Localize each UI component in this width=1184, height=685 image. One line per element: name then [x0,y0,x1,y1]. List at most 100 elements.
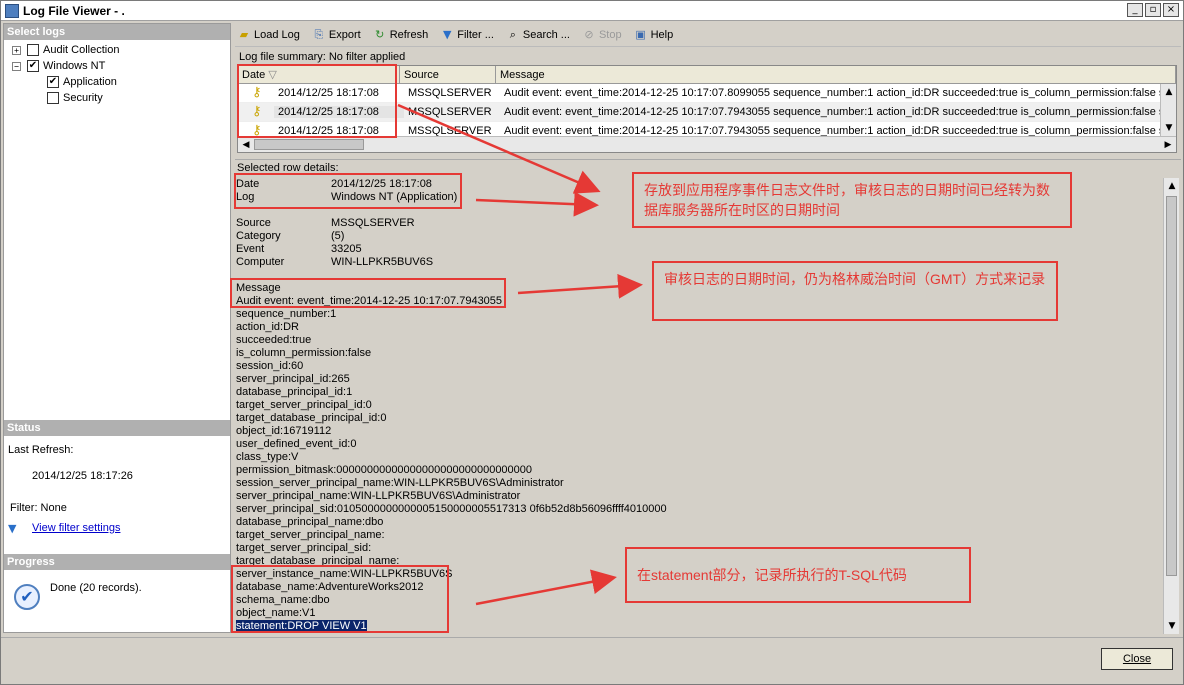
cell-date: 2014/12/25 18:17:08 [278,87,379,99]
minimize-button[interactable]: _ [1127,3,1143,17]
filter-icon: ▼ [8,522,17,535]
annotation-callout-2: 审核日志的日期时间，仍为格林威治时间（GMT）方式来记录 [652,261,1058,321]
column-header-message[interactable]: Message [496,66,1176,83]
progress-text: Done (20 records). [50,582,142,594]
table-row[interactable]: ⚷ 2014/12/25 18:17:08 MSSQLSERVER Audit … [238,84,1176,103]
folder-icon: ▰ [239,27,249,41]
message-line: server_instance_name:WIN-LLPKR5BUV6S [236,568,453,580]
view-filter-settings-link[interactable]: View filter settings [32,522,120,534]
status-panel: Status Last Refresh: 2014/12/25 18:17:26… [4,420,230,552]
detail-event-value: 33205 [331,243,362,255]
checkmark-icon: ✔ [14,584,40,610]
window-title: Log File Viewer - . [23,3,125,18]
message-line: action_id:DR [236,321,299,333]
checkbox-audit-collection[interactable] [27,44,39,56]
cell-source: MSSQLSERVER [408,106,492,118]
export-button[interactable]: ⎘ Export [310,25,367,45]
close-button[interactable]: Close [1101,648,1173,670]
details-vertical-scrollbar[interactable]: ▲ ▼ [1163,178,1179,634]
refresh-label: Refresh [389,28,429,41]
tree-item-label: Application [63,76,117,88]
scroll-up-icon[interactable]: ▲ [1164,178,1180,194]
filter-label: Filter ... [457,28,494,41]
detail-event-label: Event [236,243,265,255]
grid-vertical-scrollbar[interactable]: ▲ ▼ [1160,84,1176,136]
filter-icon: ▼ [442,27,452,41]
key-icon: ⚷ [252,104,262,119]
search-icon: ⌕ [509,27,516,41]
annotation-callout-3: 在statement部分，记录所执行的T-SQL代码 [625,547,971,603]
stop-button[interactable]: ⊘ Stop [580,25,628,45]
message-line: database_principal_name:dbo [236,516,384,528]
expand-icon[interactable]: + [12,45,21,55]
table-row[interactable]: ⚷ 2014/12/25 18:17:08 MSSQLSERVER Audit … [238,103,1176,122]
message-line: class_type:V [236,451,299,463]
maximize-button[interactable]: ▫ [1145,3,1161,17]
cell-date: 2014/12/25 18:17:08 [274,106,404,118]
scroll-thumb[interactable] [1166,196,1177,576]
message-line: succeeded:true [236,334,312,346]
column-header-source[interactable]: Source [400,66,496,83]
load-log-label: Load Log [254,28,300,41]
detail-message-text: Audit event: event_time:2014-12-25 10:17… [236,295,667,633]
message-line: schema_name:dbo [236,594,330,606]
message-line: server_principal_sid:0105000000000005150… [236,503,667,515]
message-line: statement:DROP VIEW V1 [236,620,367,633]
close-window-button[interactable]: × [1163,3,1179,17]
tree-item-audit-collection[interactable]: + Audit Collection [4,42,230,58]
message-line: session_id:60 [236,360,304,372]
tree-item-label: Windows NT [43,60,106,72]
message-line: server_principal_id:265 [236,373,350,385]
collapse-icon[interactable]: − [12,61,21,71]
detail-date-value: 2014/12/25 18:17:08 [331,178,432,190]
search-label: Search ... [522,28,570,41]
message-line: sequence_number:1 [236,308,337,320]
detail-message-label: Message [236,282,281,294]
toolbar: ▰ Load Log ⎘ Export ↻ Refresh ▼ Filter .… [235,23,1181,47]
checkbox-application[interactable]: ✔ [47,76,59,88]
scroll-down-icon[interactable]: ▼ [1164,618,1180,634]
stop-label: Stop [598,28,622,41]
message-line: target_server_principal_name: [236,529,385,541]
help-button[interactable]: ▣ Help [632,25,680,45]
key-icon: ⚷ [252,85,262,100]
annotation-callout-1: 存放到应用程序事件日志文件时，审核日志的日期时间已经转为数据库服务器所在时区的日… [632,172,1072,228]
tree-item-application[interactable]: ✔ Application [4,74,230,90]
scroll-up-icon[interactable]: ▲ [1161,84,1176,100]
log-file-viewer-window: Log File Viewer - . _ ▫ × Select logs + … [0,0,1184,685]
left-pane: Select logs + Audit Collection − ✔ Windo… [3,23,231,633]
scroll-left-icon[interactable]: ◀ [238,137,254,152]
grid-horizontal-scrollbar[interactable]: ◀ ▶ [238,136,1176,152]
title-bar: Log File Viewer - . _ ▫ × [1,1,1183,21]
tree-item-windows-nt[interactable]: − ✔ Windows NT [4,58,230,74]
load-log-button[interactable]: ▰ Load Log [235,25,306,45]
message-line: Audit event: event_time:2014-12-25 10:17… [236,295,503,307]
detail-log-value: Windows NT (Application) [331,191,458,203]
tree-item-label: Audit Collection [43,44,120,56]
select-logs-header: Select logs [4,24,230,40]
message-line: database_principal_id:1 [236,386,353,398]
checkbox-security[interactable] [47,92,59,104]
detail-date-label: Date [236,178,260,190]
refresh-button[interactable]: ↻ Refresh [371,25,435,45]
detail-category-label: Category [236,230,281,242]
filter-button[interactable]: ▼ Filter ... [438,25,500,45]
detail-computer-label: Computer [236,256,285,268]
tree-item-security[interactable]: Security [4,90,230,106]
scroll-down-icon[interactable]: ▼ [1161,120,1176,136]
detail-source-label: Source [236,217,271,229]
bottom-bar: Close [1,637,1183,683]
cell-source: MSSQLSERVER [408,87,492,99]
scroll-right-icon[interactable]: ▶ [1160,137,1176,152]
scroll-thumb[interactable] [254,139,364,150]
message-line: object_id:16719112 [236,425,332,437]
log-viewer-app-icon [5,3,19,18]
status-header: Status [4,420,230,436]
checkbox-windows-nt[interactable]: ✔ [27,60,39,72]
search-button[interactable]: ⌕ Search ... [504,25,576,45]
export-label: Export [328,28,361,41]
detail-source-value: MSSQLSERVER [331,217,415,229]
message-line: database_name:AdventureWorks2012 [236,581,424,593]
filter-status: Filter: None [10,502,67,514]
column-header-date[interactable]: Date ▽ [238,66,400,83]
